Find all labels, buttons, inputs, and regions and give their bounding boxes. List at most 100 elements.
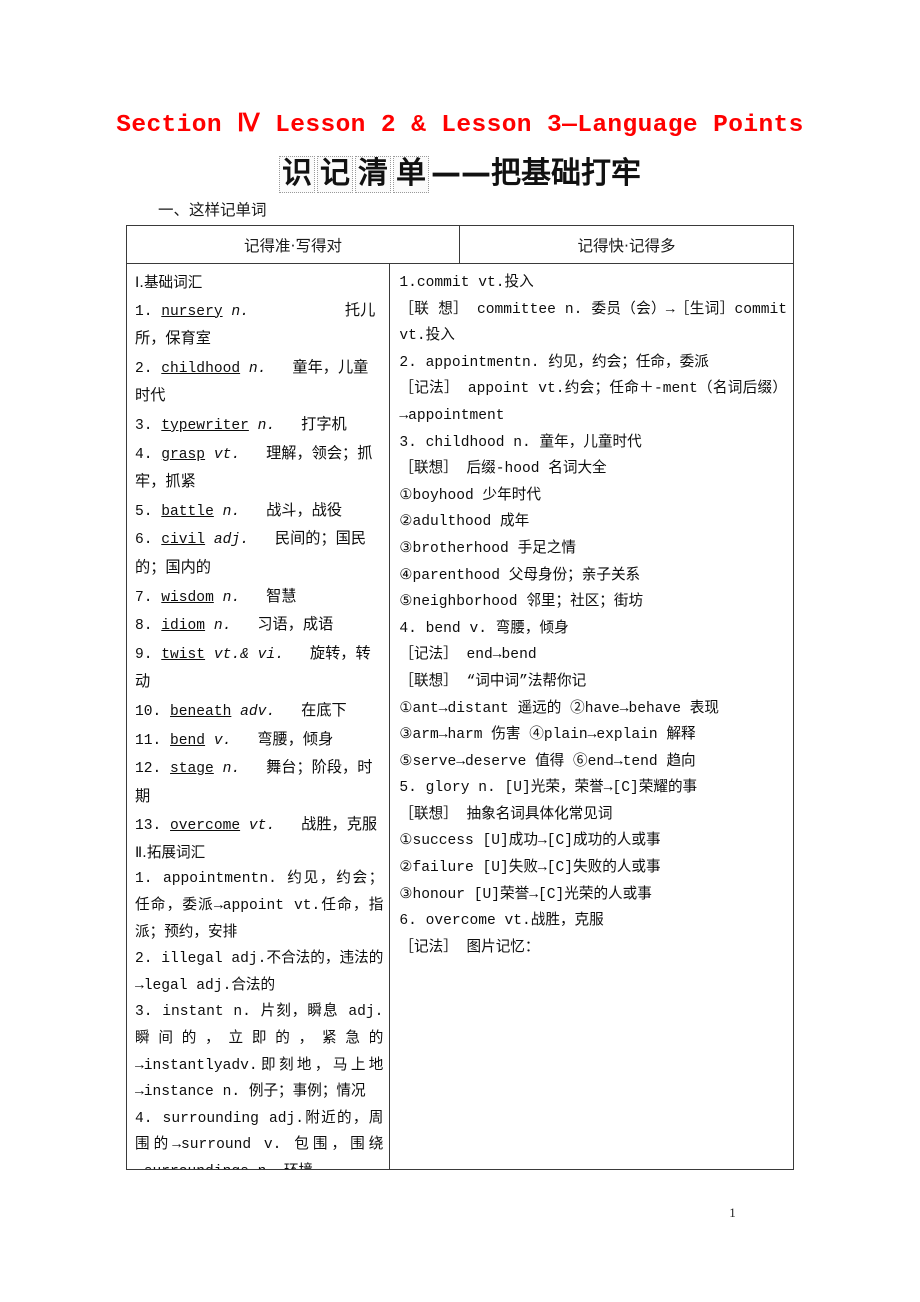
banner-tail: ——把基础打牢 [431,156,641,191]
entry-number: 1. [135,303,162,320]
basic-word-entry: 13. overcome vt. 战胜，克服 [135,811,383,840]
entry-meaning: 战斗，战役 [266,500,343,519]
entry-word: grasp [161,446,206,463]
entry-word: battle [161,503,214,520]
basic-word-entry: 9. twist vt.& vi. 旋转，转动 [135,640,383,697]
memory-tip-entry: 4. bend v. 弯腰，倾身 [399,620,569,637]
banner-char-1: 识 [279,156,315,193]
banner-char-3: 清 [355,156,391,193]
memory-tip-entry: ①success [U]成功→[C]成功的人或事 [399,833,661,850]
entry-meaning: 习语，成语 [257,615,334,634]
left-section-1-heading: Ⅰ.基础词汇 [135,274,203,291]
entry-word: stage [170,761,214,778]
memory-tip-entry: ［联想］ 抽象名词具体化常见词 [399,806,613,823]
memory-tip-entry: ［记法］ 图片记忆： [399,939,540,956]
entry-meaning: 在底下 [301,700,347,719]
memory-tip-entry: ［记法］ end→bend [399,647,537,664]
extended-word-entry: 1. appointmentn. 约见，约会；任命，委派→appoint vt.… [135,871,384,941]
entry-part-of-speech: v. [205,732,232,749]
memory-tip-entry: ②failure [U]失败→[C]失败的人或事 [399,860,661,877]
entry-meaning: 智慧 [266,586,297,605]
extended-word-entry: 4. surrounding adj.附近的，周围的→surround v. 包… [135,1110,384,1169]
entry-word: childhood [161,360,241,377]
banner-heading: 识记清单 ——把基础打牢 [0,148,920,193]
extended-word-entry: 3. instant n. 片刻，瞬息 adj.瞬间的，立即的，紧急的→inst… [135,1004,384,1101]
memory-tips-list: 1.commit vt.投入 ［联 想］ committee n. 委员（会）→［… [399,270,787,961]
basic-word-entry: 7. wisdom n. 智慧 [135,583,383,612]
entry-number: 7. [135,589,162,606]
column-header-accuracy: 记得准·写得对 [127,226,460,263]
extended-word-entry: 2. illegal adj.不合法的，违法的→legal adj.合法的 [135,951,384,994]
basic-word-entry: 8. idiom n. 习语，成语 [135,611,383,640]
entry-number: 8. [135,618,162,635]
document-page: Section Ⅳ Lesson 2 & Lesson 3—Language P… [0,0,920,1302]
entry-part-of-speech: vt. [240,818,276,835]
entry-part-of-speech: n. [248,417,276,434]
entry-part-of-speech: vt.& vi. [205,646,284,663]
basic-word-entry: 6. civil adj. 民间的；国民的；国内的 [135,525,383,582]
extended-words-list: 1. appointmentn. 约见，约会；任命，委派→appoint vt.… [135,866,383,1169]
entry-word: twist [161,646,206,663]
memory-tip-entry: ③brotherhood 手足之情 [399,540,576,557]
entry-word: idiom [161,618,206,635]
memory-tip-entry: 6. overcome vt.战胜，克服 [399,913,604,930]
entry-number: 13. [135,818,171,835]
memory-tip-entry: ①boyhood 少年时代 [399,487,541,504]
banner-char-2: 记 [317,156,353,193]
entry-meaning: 弯腰，倾身 [257,729,334,748]
entry-word: overcome [170,818,241,835]
basic-word-entry: 4. grasp vt. 理解，领会；抓牢，抓紧 [135,440,383,497]
entry-part-of-speech: adj. [205,532,249,549]
memory-tip-entry: ②adulthood 成年 [399,514,530,531]
entry-word: wisdom [161,589,214,606]
entry-number: 10. [135,703,171,720]
entry-number: 5. [135,503,162,520]
memory-tip-entry: ［联想］ “词中词”法帮你记 [399,673,587,690]
entry-part-of-speech: adv. [231,703,276,720]
entry-meaning: 打字机 [301,414,347,433]
entry-part-of-speech: n. [240,360,267,377]
memory-tip-entry: ⑤neighborhood 邻里；社区；街坊 [399,594,644,611]
entry-word: beneath [170,703,232,720]
page-title: Section Ⅳ Lesson 2 & Lesson 3—Language P… [116,112,804,139]
table-body-row: Ⅰ.基础词汇 1. nursery n. 托儿所，保育室 2. childhood … [127,264,793,1169]
entry-word: nursery [161,303,223,320]
memory-tip-entry: ④parenthood 父母身份；亲子关系 [399,567,641,584]
basic-word-entry: 12. stage n. 舞台；阶段，时期 [135,754,383,811]
memory-tip-entry: ［联想］ 后缀-hood 名词大全 [399,461,607,478]
table-header-row: 记得准·写得对 记得快·记得多 [127,226,793,264]
memory-tip-entry: ［记法］ appoint vt.约会；任命＋-ment（名词后缀） →appoi… [399,381,787,424]
entry-part-of-speech: n. [205,618,232,635]
memory-tip-entry: ③honour [U]荣誉→[C]光荣的人或事 [399,886,652,903]
entry-number: 3. [135,417,162,434]
left-column-cell: Ⅰ.基础词汇 1. nursery n. 托儿所，保育室 2. childhood … [127,264,391,1169]
right-column-cell: 1.commit vt.投入 ［联 想］ committee n. 委员（会）→［… [390,264,793,1169]
memory-tip-entry: 2. appointmentn. 约见，约会；任命，委派 [399,354,709,371]
entry-number: 4. [135,446,162,463]
basic-word-entry: 1. nursery n. 托儿所，保育室 [135,297,383,354]
entry-meaning: 战胜，克服 [301,815,378,834]
entry-word: typewriter [161,417,249,434]
basic-words-list: 1. nursery n. 托儿所，保育室 2. childhood n. 童年，儿童… [135,297,383,840]
memory-tip-entry: 1.commit vt.投入 [399,275,534,291]
basic-word-entry: 5. battle n. 战斗，战役 [135,497,383,526]
entry-number: 12. [135,761,171,778]
memory-tip-entry: ①ant→distant 遥远的 ②have→behave 表现 [399,700,719,717]
entry-part-of-speech: n. [222,303,249,320]
memory-tip-entry: ⑤serve→deserve 值得 ⑥end→tend 趋向 [399,753,696,770]
basic-word-entry: 2. childhood n. 童年，儿童时代 [135,354,383,411]
entry-part-of-speech: n. [213,761,241,778]
column-header-speed: 记得快·记得多 [577,236,676,255]
entry-part-of-speech: vt. [205,446,241,463]
basic-word-entry: 10. beneath adv. 在底下 [135,697,383,726]
entry-word: bend [170,732,206,749]
sub-heading: 一、这样记单词 [158,201,267,219]
entry-part-of-speech: n. [213,503,241,520]
entry-number: 2. [135,360,162,377]
basic-word-entry: 3. typewriter n. 打字机 [135,411,383,440]
memory-tip-entry: ③arm→harm 伤害 ④plain→explain 解释 [399,727,696,744]
memory-tip-entry: 3. childhood n. 童年，儿童时代 [399,434,642,451]
entry-number: 11. [135,732,171,749]
page-number: 1 [729,1205,736,1220]
memory-tip-entry: ［联 想］ committee n. 委员（会）→［生词］commit vt.投… [399,301,787,345]
